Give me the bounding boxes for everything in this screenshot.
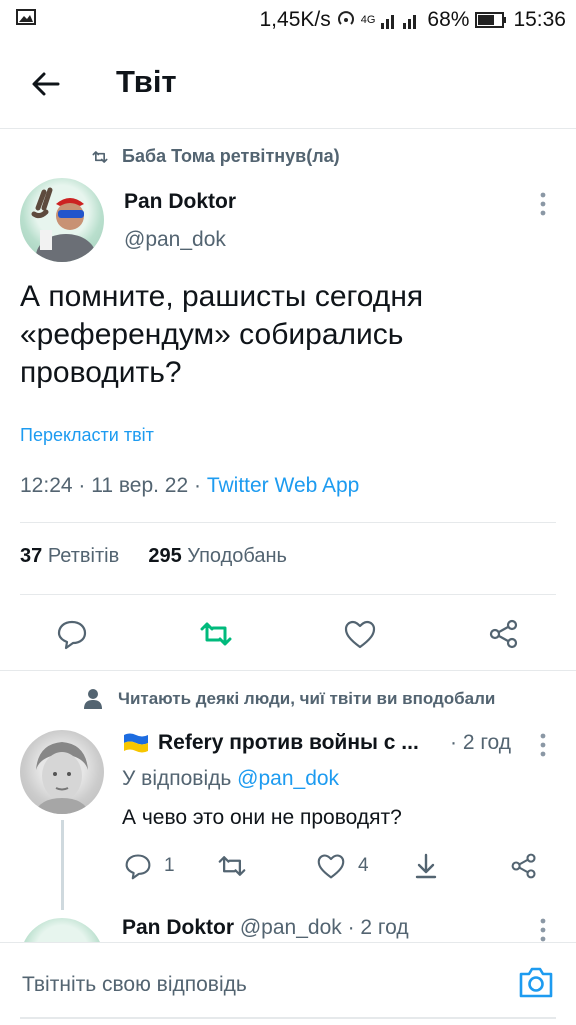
reply-to: У відповідь @pan_dok — [122, 767, 339, 791]
next-reply-header[interactable]: Pan Doktor @pan_dok · 2 год — [122, 916, 409, 940]
compose-underline — [20, 1017, 556, 1019]
status-right: 1,45K/s 4G 68% 15:36 — [260, 8, 567, 32]
person-icon — [84, 689, 102, 709]
reply-avatar-image — [34, 742, 90, 814]
reply-to-handle[interactable]: @pan_dok — [237, 767, 339, 790]
next-reply-author: Pan Doktor — [122, 916, 235, 939]
divider — [20, 522, 556, 523]
tweet-timestamp: 12:24 · 11 вер. 22 · — [20, 474, 207, 497]
reply-to-prefix: У відповідь — [122, 767, 238, 790]
tweet-source-link[interactable]: Twitter Web App — [207, 474, 360, 497]
more-vertical-icon[interactable] — [540, 918, 546, 942]
reply-actions: 1 4 — [0, 850, 576, 886]
reply-share-button[interactable] — [510, 852, 538, 880]
retweet-icon — [218, 856, 246, 876]
download-icon — [415, 853, 437, 879]
reply-icon — [57, 620, 87, 650]
retweet-button[interactable] — [194, 612, 238, 656]
reply-like-button[interactable]: 4 — [316, 852, 369, 880]
network-type: 4G — [360, 14, 376, 26]
heart-icon — [317, 854, 345, 879]
like-button[interactable] — [338, 612, 382, 656]
arrow-left-icon[interactable] — [28, 66, 64, 102]
retweets-stat[interactable]: 37 Ретвітів — [20, 545, 119, 567]
heart-icon — [344, 620, 376, 649]
battery-percent: 68% — [427, 8, 470, 31]
more-vertical-icon[interactable] — [540, 733, 546, 757]
divider — [0, 670, 576, 671]
signal-icon — [381, 15, 417, 29]
tweet-text-line: А помните, рашисты сегодня — [20, 280, 424, 313]
clock: 15:36 — [513, 8, 566, 31]
translate-tweet-link[interactable]: Перекласти твіт — [20, 425, 154, 446]
share-icon — [511, 853, 536, 879]
tweet-actions — [0, 612, 576, 656]
tweet-text: А помните, рашисты сегодня «референдум» … — [20, 278, 540, 392]
social-context-text: Читають деякі люди, чиї твіти ви вподоба… — [118, 689, 496, 708]
top-app-bar: Твіт — [0, 40, 576, 129]
tweet-stats: 37 Ретвітів 295 Уподобань — [20, 545, 287, 568]
avatar[interactable] — [20, 178, 104, 262]
reply-time: · 2 год — [450, 731, 512, 754]
likes-label: Уподобань — [187, 545, 287, 567]
tweet-text-line: «референдум» собирались — [20, 318, 404, 351]
likes-stat[interactable]: 295 Уподобань — [148, 545, 287, 567]
reply-author[interactable]: Refery против войны с ... — [122, 731, 419, 755]
retweets-count: 37 — [20, 545, 43, 567]
tweet-meta: 12:24 · 11 вер. 22 · Twitter Web App — [20, 474, 359, 498]
reply-count: 1 — [164, 855, 175, 876]
tweet-text-line: проводить? — [20, 356, 182, 389]
like-count: 4 — [358, 855, 369, 876]
share-button[interactable] — [482, 612, 526, 656]
hotspot-icon — [337, 11, 354, 25]
gallery-notification-icon — [16, 9, 36, 25]
reply-avatar[interactable] — [20, 730, 104, 814]
author-handle[interactable]: @pan_dok — [124, 228, 226, 252]
network-speed: 1,45K/s — [259, 8, 331, 31]
camera-icon[interactable] — [518, 965, 554, 999]
reply-download-button[interactable] — [412, 852, 440, 880]
retweet-icon — [200, 622, 232, 646]
retweets-label: Ретвітів — [47, 545, 120, 567]
reply-button[interactable] — [50, 612, 94, 656]
page-title: Твіт — [116, 64, 177, 99]
likes-count: 295 — [148, 545, 182, 567]
reply-icon — [125, 854, 151, 880]
avatar-image — [31, 187, 96, 262]
reply-text: А чево это они не проводят? — [122, 806, 402, 829]
share-icon — [489, 619, 518, 649]
reply-input[interactable]: Твітніть свою відповідь — [22, 973, 247, 997]
battery-icon — [475, 12, 507, 28]
retweet-context[interactable]: Баба Тома ретвітнув(ла) — [90, 146, 340, 167]
reply-author-name: Refery против войны с ... — [158, 731, 419, 754]
retweet-icon — [92, 150, 108, 163]
reply-reply-button[interactable]: 1 — [124, 852, 175, 880]
next-reply-meta: @pan_dok · 2 год — [239, 916, 409, 939]
reply-retweet-button[interactable] — [216, 852, 248, 880]
author-name[interactable]: Pan Doktor — [124, 190, 236, 214]
retweet-context-text: Баба Тома ретвітнув(ла) — [122, 146, 340, 166]
more-vertical-icon[interactable] — [540, 192, 546, 216]
ukraine-flag-icon — [124, 733, 148, 753]
divider — [20, 594, 556, 595]
status-bar: 1,45K/s 4G 68% 15:36 — [0, 0, 576, 40]
social-context-note: Читають деякі люди, чиї твіти ви вподоба… — [84, 688, 495, 710]
reply-compose-bar: Твітніть свою відповідь — [0, 942, 576, 1025]
